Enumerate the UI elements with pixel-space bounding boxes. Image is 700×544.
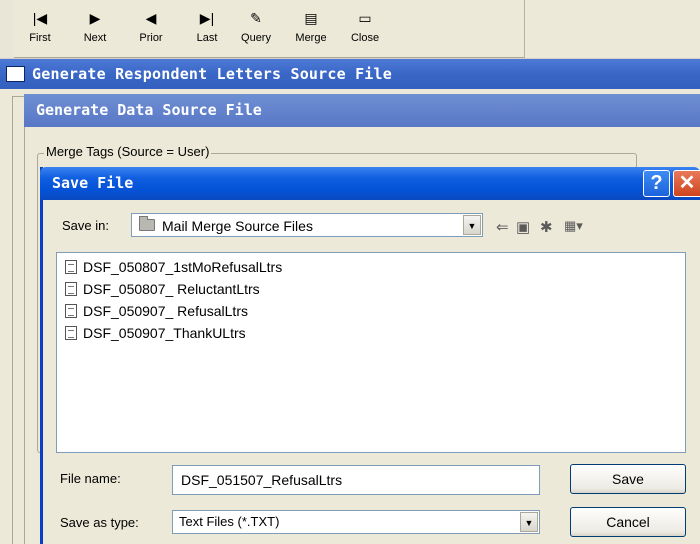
toolbar-empty-area [524,0,700,58]
record-toolbar: |◀ First ▶ Next ◀ Prior ▶| Last ✎ Query … [0,0,700,58]
last-button[interactable]: ▶| Last [182,8,232,54]
list-item[interactable]: DSF_050907_ThankULtrs [63,323,246,343]
back-arrow-icon[interactable]: ⇐ [496,218,509,236]
view-menu-icon[interactable]: ▦▾ [564,218,583,234]
file-name-input[interactable]: DSF_051507_RefusalLtrs [172,465,540,495]
close-button[interactable]: ▭ Close [340,8,390,54]
file-list[interactable]: DSF_050807_1stMoRefusalLtrs DSF_050807_ … [56,252,686,453]
outer-window-title: Generate Respondent Letters Source File [32,65,392,83]
text-file-icon [65,260,77,274]
query-button[interactable]: ✎ Query [231,8,281,54]
first-button[interactable]: |◀ First [15,8,65,54]
next-button-label: Next [83,32,107,44]
list-item[interactable]: DSF_050807_1stMoRefusalLtrs [63,257,282,277]
last-button-label: Last [196,32,218,44]
text-file-icon [65,304,77,318]
window-icon [6,66,25,82]
up-folder-icon[interactable]: ▣ [516,218,530,236]
merge-tags-label: Merge Tags (Source = User) [44,144,212,159]
save-as-type-label: Save as type: [60,515,139,530]
cancel-button[interactable]: Cancel [570,507,686,537]
save-file-titlebar[interactable]: Save File [40,167,700,200]
save-in-dropdown[interactable]: Mail Merge Source Files ▼ [131,213,483,237]
merge-button-label: Merge [295,32,327,44]
chevron-down-icon[interactable]: ▼ [463,215,481,235]
folder-icon [139,216,155,231]
outer-window-titlebar[interactable]: Generate Respondent Letters Source File [0,59,700,89]
file-name-text: DSF_050907_ThankULtrs [83,325,246,341]
list-item[interactable]: DSF_050807_ ReluctantLtrs [63,279,260,299]
first-button-label: First [29,32,51,44]
help-icon: ? [650,172,663,194]
prior-button-label: Prior [139,32,163,44]
save-as-type-dropdown[interactable]: Text Files (*.TXT) ▼ [172,510,540,534]
chevron-down-icon[interactable]: ▼ [520,512,538,532]
list-item[interactable]: DSF_050907_ RefusalLtrs [63,301,248,321]
file-name-label: File name: [60,471,121,486]
save-in-value: Mail Merge Source Files [162,218,313,234]
dialog-close-button[interactable]: ✕ [673,170,700,197]
text-file-icon [65,282,77,296]
prior-button[interactable]: ◀ Prior [126,8,176,54]
toolbar-grip [0,0,14,58]
save-in-label: Save in: [62,218,109,233]
close-folder-icon: ▭ [358,10,372,26]
prior-record-icon: ◀ [145,10,157,26]
last-record-icon: ▶| [199,10,215,26]
close-icon: ✕ [678,172,696,194]
save-as-type-value: Text Files (*.TXT) [179,514,280,529]
query-icon: ✎ [250,10,262,26]
query-button-label: Query [241,32,271,44]
file-name-text: DSF_050807_ ReluctantLtrs [83,281,260,297]
next-record-icon: ▶ [89,10,101,26]
inner-window-titlebar[interactable]: Generate Data Source File [24,94,700,127]
help-button[interactable]: ? [643,170,670,197]
save-file-title: Save File [52,174,134,192]
merge-icon: ▤ [304,10,318,26]
file-name-text: DSF_050907_ RefusalLtrs [83,303,248,319]
new-folder-icon[interactable]: ✱ [540,218,553,236]
close-button-label: Close [350,32,380,44]
first-record-icon: |◀ [32,10,48,26]
next-button[interactable]: ▶ Next [70,8,120,54]
merge-button[interactable]: ▤ Merge [286,8,336,54]
inner-window-title: Generate Data Source File [36,101,262,119]
save-button[interactable]: Save [570,464,686,494]
file-name-text: DSF_050807_1stMoRefusalLtrs [83,259,283,275]
text-file-icon [65,326,77,340]
